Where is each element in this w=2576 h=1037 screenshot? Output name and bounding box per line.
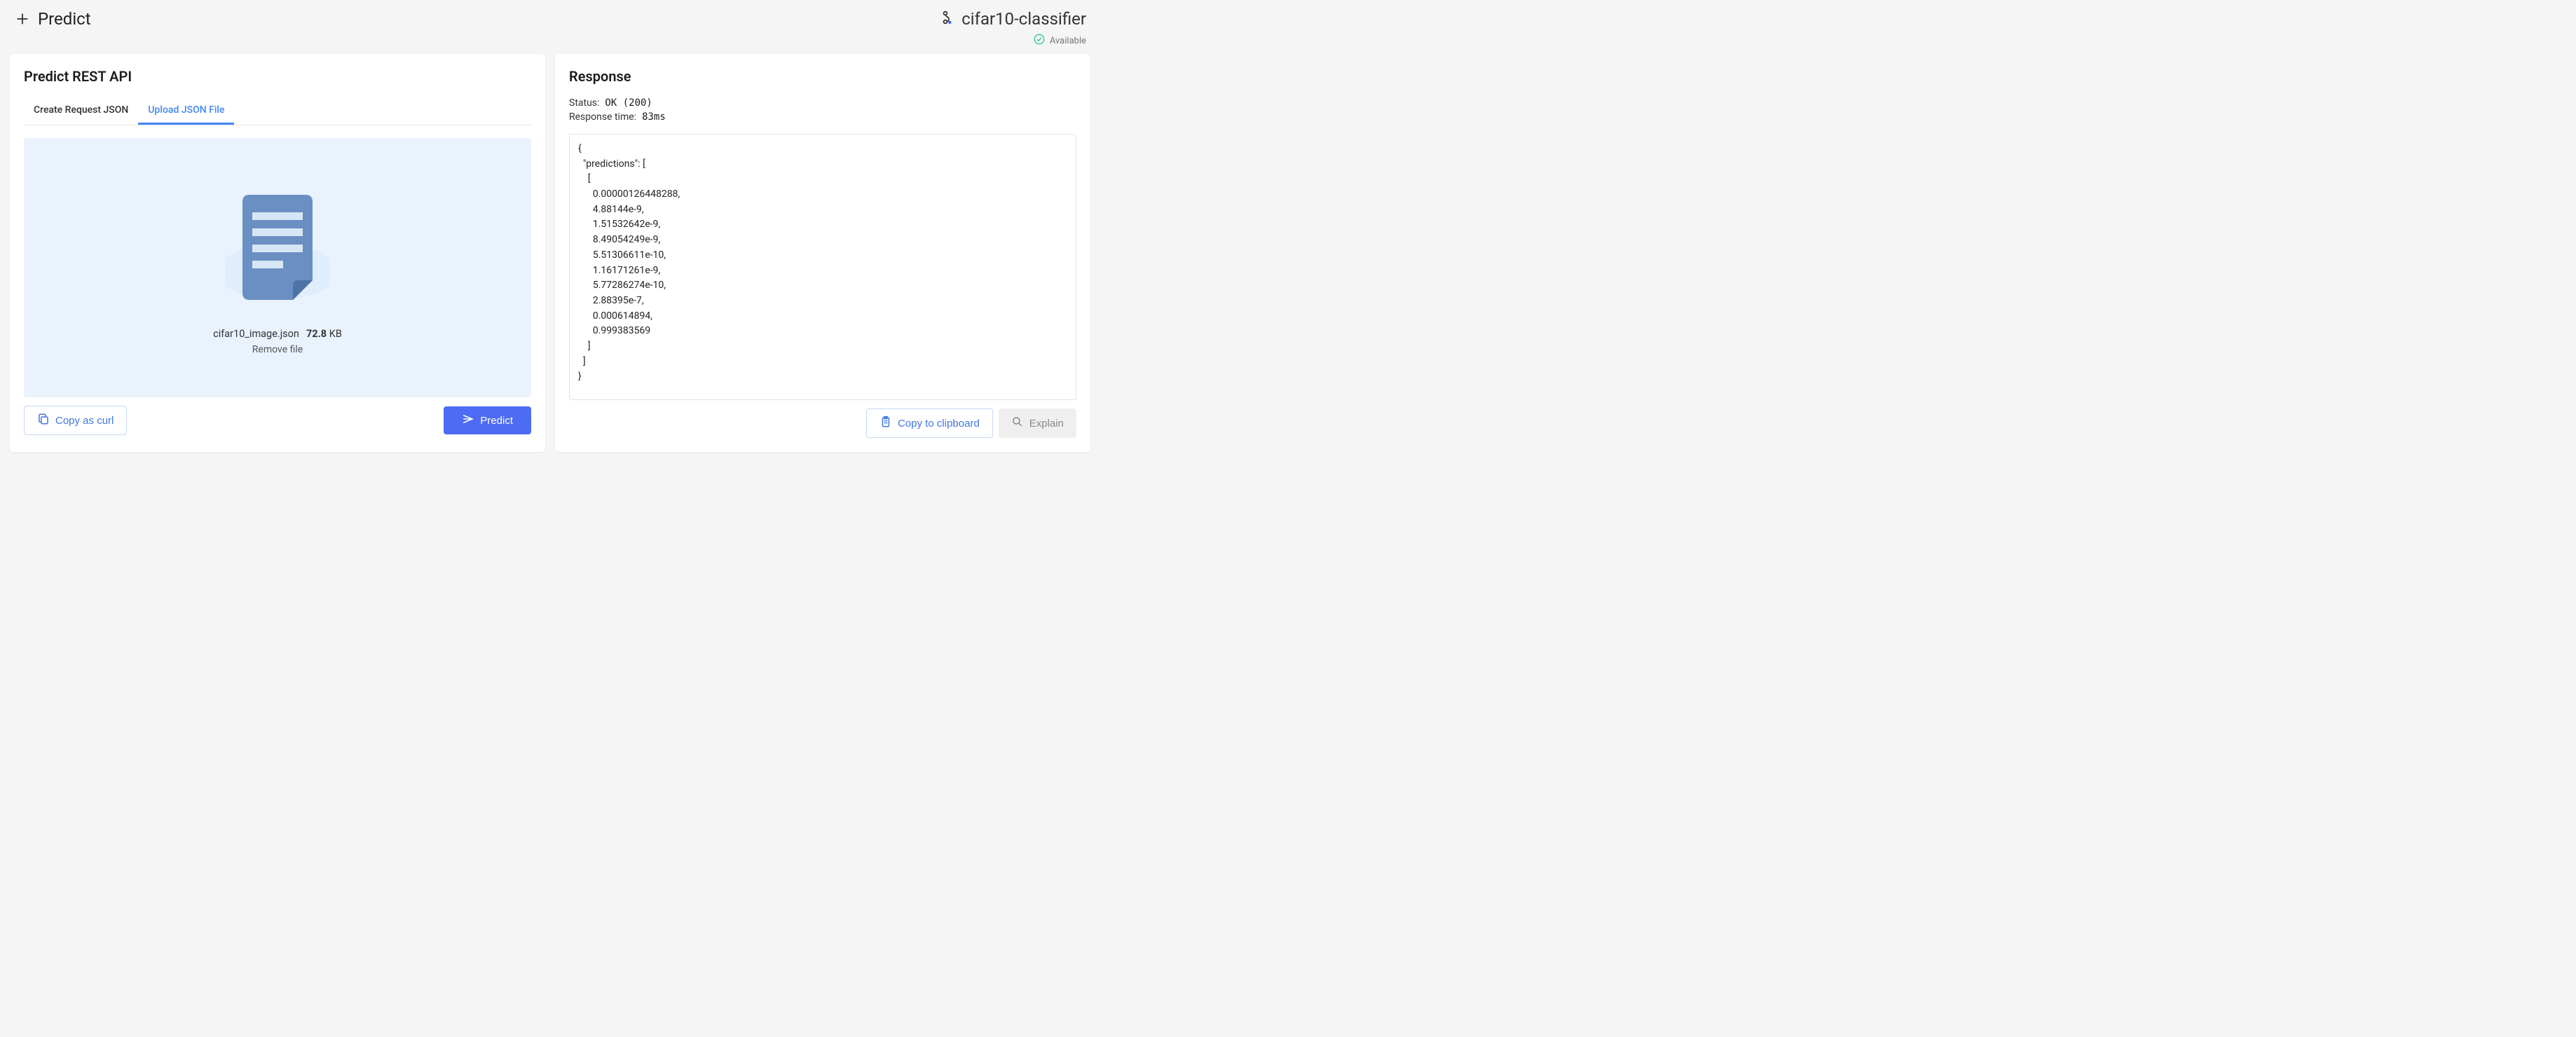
predict-button-label: Predict — [480, 415, 513, 427]
predict-actions: Copy as curl Predict — [24, 406, 531, 435]
copy-clipboard-label: Copy to clipboard — [898, 418, 980, 430]
response-meta: Status: OK (200) Response time: 83ms — [569, 97, 1076, 123]
file-dropzone[interactable]: cifar10_image.json 72.8 KB Remove file — [24, 138, 531, 397]
header-left: Predict — [14, 9, 91, 29]
response-actions: Copy to clipboard Explain — [569, 408, 1076, 438]
response-panel-title: Response — [569, 68, 1076, 85]
page-title: Predict — [38, 9, 91, 29]
predict-panel-title: Predict REST API — [24, 68, 531, 85]
response-time-label: Response time: — [569, 111, 636, 123]
clipboard-icon — [879, 416, 892, 431]
copy-as-curl-button[interactable]: Copy as curl — [24, 406, 127, 435]
response-time-value: 83ms — [642, 111, 666, 123]
status-row: Available — [1033, 33, 1086, 48]
tabs: Create Request JSON Upload JSON File — [24, 97, 531, 125]
file-info: cifar10_image.json 72.8 KB Remove file — [213, 328, 342, 355]
header-right: cifar10-classifier Available — [939, 9, 1086, 48]
status-label: Available — [1050, 36, 1086, 46]
status-value: OK (200) — [605, 97, 652, 109]
copy-icon — [37, 413, 50, 428]
explain-label: Explain — [1029, 418, 1064, 430]
file-name: cifar10_image.json — [213, 328, 299, 340]
response-body[interactable]: { "predictions": [ [ 0.00000126448288, 4… — [569, 134, 1076, 400]
response-panel: Response Status: OK (200) Response time:… — [555, 54, 1090, 452]
explain-button[interactable]: Explain — [999, 408, 1076, 438]
tab-create-json[interactable]: Create Request JSON — [24, 97, 138, 125]
send-icon — [462, 413, 474, 428]
remove-file-link[interactable]: Remove file — [213, 344, 342, 355]
copy-as-curl-label: Copy as curl — [55, 415, 114, 427]
model-row: cifar10-classifier — [939, 9, 1086, 29]
copy-to-clipboard-button[interactable]: Copy to clipboard — [866, 408, 993, 438]
tab-upload-json[interactable]: Upload JSON File — [138, 97, 234, 125]
file-size: 72.8 KB — [306, 328, 342, 340]
file-icon — [225, 195, 330, 314]
link-icon — [939, 9, 956, 29]
plus-icon — [14, 11, 31, 27]
check-circle-icon — [1033, 33, 1046, 48]
page-header: Predict cifar10-classifier Available — [0, 0, 1100, 54]
content: Predict REST API Create Request JSON Upl… — [0, 54, 1100, 452]
predict-panel: Predict REST API Create Request JSON Upl… — [10, 54, 545, 452]
predict-button[interactable]: Predict — [444, 406, 531, 434]
search-icon — [1011, 416, 1024, 431]
status-label: Status: — [569, 97, 599, 109]
model-name: cifar10-classifier — [961, 9, 1086, 29]
